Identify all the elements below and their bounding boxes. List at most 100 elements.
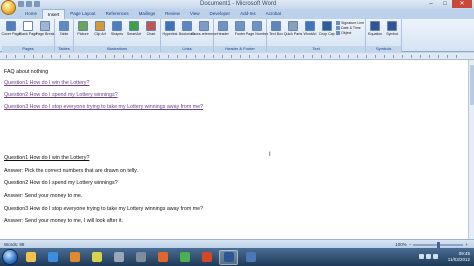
wordart-button[interactable]: WordArt	[302, 20, 318, 44]
taskbar-app-ie[interactable]	[43, 250, 62, 265]
taskbar-app-camera[interactable]	[131, 250, 150, 265]
button-label: Header	[217, 32, 229, 36]
ribbon: Cover Page Blank Page Page Break Pages Table…	[0, 19, 474, 52]
word-icon	[223, 252, 234, 262]
button-label: Object	[341, 31, 352, 35]
shapes-button[interactable]: Shapes	[109, 20, 125, 44]
toc-link-question3[interactable]: Question3 How do I stop everyone trying …	[4, 104, 203, 110]
toc-link-question1[interactable]: Question1 How do I win the Lottery?	[4, 80, 89, 86]
flag-icon[interactable]	[433, 254, 438, 259]
page-number-button[interactable]: Page Number	[246, 20, 268, 44]
tab-references[interactable]: References	[101, 9, 134, 19]
tab-page-layout[interactable]: Page Layout	[65, 9, 100, 19]
equation-button[interactable]: Equation	[367, 20, 383, 44]
tab-view[interactable]: View	[185, 9, 205, 19]
toc-link-question2[interactable]: Question2 How do I spend my Lottery winn…	[4, 92, 118, 98]
tool-icon	[113, 252, 124, 262]
blank-page-button[interactable]: Blank Page	[19, 20, 37, 44]
clip-art-icon	[95, 21, 105, 31]
text-box-button[interactable]: Text Box	[268, 20, 284, 44]
heading-question2: Question2 How do I spend my Lottery winn…	[4, 180, 118, 186]
text-cursor-icon: I	[269, 152, 271, 158]
ribbon-group-text: Text Box Quick Parts WordArt Drop Cap Signat…	[267, 19, 367, 52]
zoom-control: 100% − +	[395, 241, 468, 248]
button-label: Table	[59, 32, 69, 36]
clip-art-button[interactable]: Clip Art	[92, 20, 108, 44]
ruler[interactable]	[0, 53, 474, 60]
page-number-icon	[252, 21, 262, 31]
chart-button[interactable]: Chart	[143, 20, 159, 44]
taskbar-app-paint[interactable]	[87, 250, 106, 265]
taskbar-app-chrome[interactable]	[175, 250, 194, 265]
cover-page-icon	[6, 21, 16, 31]
tab-home[interactable]: Home	[20, 9, 42, 19]
taskbar-app-notes[interactable]	[241, 250, 260, 265]
paint-icon	[91, 252, 102, 262]
object-button[interactable]: Object	[336, 31, 364, 35]
start-button[interactable]	[2, 249, 18, 265]
maximize-button[interactable]: □	[438, 0, 452, 8]
tab-insert[interactable]: Insert	[42, 9, 66, 19]
smartart-button[interactable]: SmartArt	[126, 20, 142, 44]
powerpoint-icon	[201, 252, 212, 262]
tab-review[interactable]: Review	[160, 9, 185, 19]
system-tray	[419, 254, 438, 259]
quick-parts-icon	[288, 21, 298, 31]
close-button[interactable]: ✕	[452, 0, 472, 8]
tab-mailings[interactable]: Mailings	[134, 9, 161, 19]
office-button[interactable]	[1, 0, 16, 15]
drop-cap-button[interactable]: Drop Cap	[319, 20, 335, 44]
taskbar-app-tool[interactable]	[109, 250, 128, 265]
zoom-knob[interactable]	[437, 241, 441, 248]
button-label: Symbol	[386, 32, 399, 36]
taskbar-app-explorer[interactable]	[21, 250, 40, 265]
heading-question1: Question1 How do I win the Lottery?	[4, 155, 90, 161]
tab-add-ins[interactable]: Add-Ins	[235, 9, 261, 19]
button-label: Page Break	[35, 32, 55, 36]
minimize-button[interactable]: –	[424, 0, 438, 8]
text-box-icon	[271, 21, 281, 31]
table-button[interactable]: Table	[56, 20, 72, 44]
tab-acrobat[interactable]: Acrobat	[261, 9, 287, 19]
ribbon-group-label: Text	[267, 46, 366, 52]
blank-page-icon	[23, 21, 33, 31]
tab-developer[interactable]: Developer	[205, 9, 236, 19]
document-page[interactable]: FAQ about nothing Question1 How do I win…	[0, 60, 468, 239]
undo-icon[interactable]	[26, 1, 32, 7]
vertical-scrollbar[interactable]	[468, 60, 474, 239]
volume-icon[interactable]	[426, 254, 431, 259]
taskbar-app-firefox[interactable]	[153, 250, 172, 265]
date-time-button[interactable]: Date & Time	[336, 26, 364, 30]
cover-page-button[interactable]: Cover Page	[2, 20, 21, 44]
quick-access-toolbar	[18, 1, 40, 7]
taskbar-app-powerpoint[interactable]	[197, 250, 216, 265]
page-break-button[interactable]: Page Break	[35, 20, 55, 44]
zoom-level[interactable]: 100%	[395, 242, 407, 247]
bookmark-icon	[182, 21, 192, 31]
cross-reference-icon	[199, 21, 209, 31]
clock[interactable]: 09:45 11/03/2012	[448, 251, 470, 263]
object-icon	[336, 31, 340, 35]
ribbon-group-label: Illustrations	[74, 46, 160, 52]
header-button[interactable]: Header	[215, 20, 231, 44]
picture-button[interactable]: Picture	[75, 20, 91, 44]
cross-reference-button[interactable]: Cross-reference	[191, 20, 217, 44]
smartart-icon	[129, 21, 139, 31]
button-label: Signature Line	[341, 21, 365, 25]
save-icon[interactable]	[18, 1, 24, 7]
taskbar-app-word[interactable]	[219, 249, 238, 265]
scroll-thumb[interactable]	[470, 65, 474, 105]
table-icon	[59, 21, 69, 31]
network-icon[interactable]	[419, 254, 424, 259]
redo-icon[interactable]	[34, 1, 40, 7]
hyperlink-button[interactable]: Hyperlink	[162, 20, 178, 44]
chart-icon	[146, 21, 156, 31]
taskbar-app-media-player[interactable]	[65, 250, 84, 265]
ie-icon	[47, 252, 58, 262]
symbol-button[interactable]: Symbol	[384, 20, 400, 44]
quick-parts-button[interactable]: Quick Parts	[284, 20, 302, 44]
zoom-slider[interactable]	[413, 241, 464, 248]
ribbon-group-illustrations: Picture Clip Art Shapes SmartArt Chart Illust…	[74, 19, 161, 52]
signature-line-button[interactable]: Signature Line	[336, 21, 364, 25]
ribbon-tabs: Home Insert Page Layout References Mailings R…	[0, 9, 474, 19]
